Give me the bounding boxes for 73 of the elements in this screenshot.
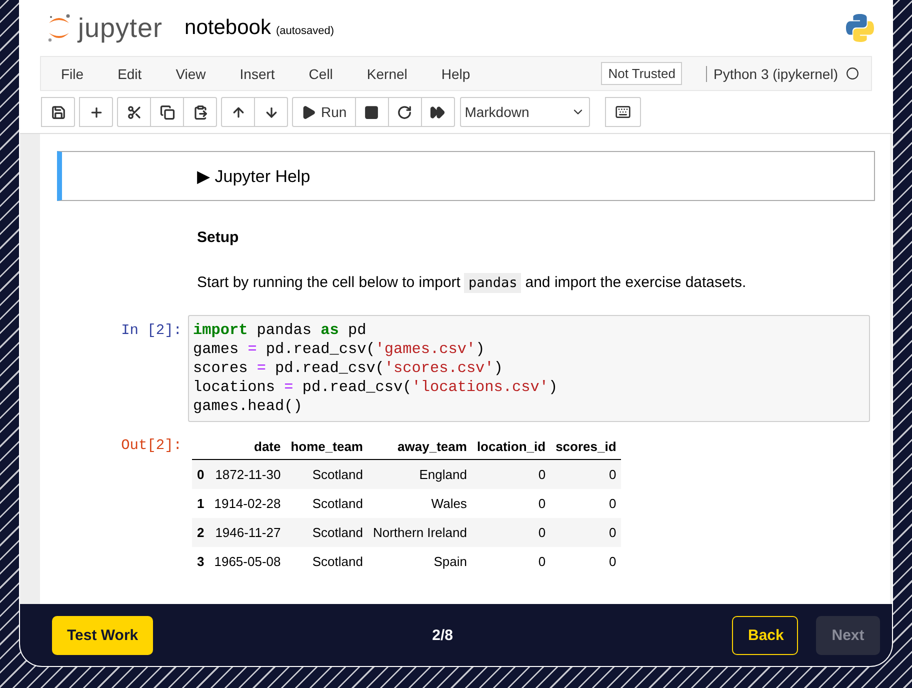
toolbar-button[interactable]	[420, 97, 455, 127]
stop-icon	[364, 104, 380, 120]
table-cell: Scotland	[286, 460, 368, 489]
table-cell: Spain	[368, 547, 472, 576]
copy-icon	[160, 104, 174, 120]
run-button[interactable]: Run	[292, 97, 356, 127]
row-index: 1	[192, 489, 210, 518]
table-cell: Scotland	[286, 547, 368, 576]
toolbar-button[interactable]	[79, 97, 113, 127]
table-cell: 1872-11-30	[209, 460, 286, 489]
back-button[interactable]: Back	[732, 616, 798, 654]
table-cell: 0	[472, 518, 551, 547]
table-cell: Scotland	[286, 518, 368, 547]
toolbar-button[interactable]	[221, 97, 255, 127]
row-index: 3	[192, 547, 210, 576]
kernel-name: Python 3 (ipykernel)	[706, 66, 838, 82]
section-heading: Setup	[197, 229, 240, 246]
help-cell[interactable]: ▶ Jupyter Help	[57, 151, 875, 201]
toolbar-button[interactable]	[117, 97, 151, 127]
fast-forward-icon	[430, 104, 446, 120]
progress-counter: 2/8	[431, 626, 454, 644]
toolbar-button[interactable]	[183, 97, 217, 127]
toolbar-button[interactable]	[150, 97, 184, 127]
table-cell: Scotland	[286, 489, 368, 518]
menu-item[interactable]: Cell	[308, 66, 333, 82]
keyboard-icon	[614, 104, 631, 120]
play-icon	[301, 104, 316, 120]
logo-text: jupyter	[78, 12, 163, 44]
menu-item[interactable]: View	[176, 66, 206, 82]
table-cell: 0	[550, 547, 622, 576]
output-prompt: Out[2]:	[120, 437, 183, 456]
menu-item[interactable]: Kernel	[366, 66, 408, 82]
table-cell: Northern Ireland	[368, 518, 472, 547]
toolbar-button[interactable]	[354, 97, 389, 127]
table-cell: 0	[472, 460, 551, 489]
table-cell: 0	[472, 489, 551, 518]
table-cell: England	[368, 460, 472, 489]
menu-item[interactable]: Insert	[240, 66, 275, 82]
paragraph: Start by running the cell below to import pandas and import the exercise datasets.	[197, 274, 748, 291]
notebook-name[interactable]: notebook	[184, 16, 271, 39]
menu-item[interactable]: File	[61, 66, 84, 82]
test-work-button[interactable]: Test Work	[52, 616, 154, 654]
logo-icon	[46, 12, 72, 44]
restart-icon	[397, 104, 412, 120]
table-cell: 0	[550, 489, 622, 518]
python-logo-icon	[844, 12, 876, 44]
input-prompt: In [2]:	[120, 322, 183, 341]
cell-type-dropdown[interactable]: Markdown	[460, 97, 590, 127]
menu-item[interactable]: Help	[441, 66, 470, 82]
help-toggle[interactable]: ▶ Jupyter Help	[197, 166, 310, 186]
code-editor[interactable]: import pandas as pd games = pd.read_csv('games.csv') scores = pd.read_csv('scores.csv') locations = pd.read_csv('locations.csv') games.head()	[188, 315, 870, 422]
row-index: 2	[192, 518, 210, 547]
table-cell: 1965-05-08	[209, 547, 286, 576]
toolbar-button[interactable]	[41, 97, 75, 127]
kernel-status-icon	[846, 67, 859, 80]
cut-icon	[126, 104, 142, 120]
row-index: 0	[192, 460, 210, 489]
paste-icon	[192, 104, 208, 120]
down-arrow-icon	[264, 104, 278, 120]
plus-icon	[88, 104, 104, 120]
toolbar-button[interactable]	[604, 97, 641, 127]
save-icon	[50, 104, 66, 120]
menu-item[interactable]: Edit	[118, 66, 142, 82]
table-cell: 1914-02-28	[209, 489, 286, 518]
save-status: (autosaved)	[276, 25, 334, 37]
table-cell: 0	[472, 547, 551, 576]
table-cell: Wales	[368, 489, 472, 518]
table-cell: 1946-11-27	[209, 518, 286, 547]
table-cell: 0	[550, 460, 622, 489]
trust-button[interactable]: Not Trusted	[601, 62, 682, 85]
toolbar-button[interactable]	[254, 97, 288, 127]
table-cell: 0	[550, 518, 622, 547]
toolbar-button[interactable]	[388, 97, 422, 127]
